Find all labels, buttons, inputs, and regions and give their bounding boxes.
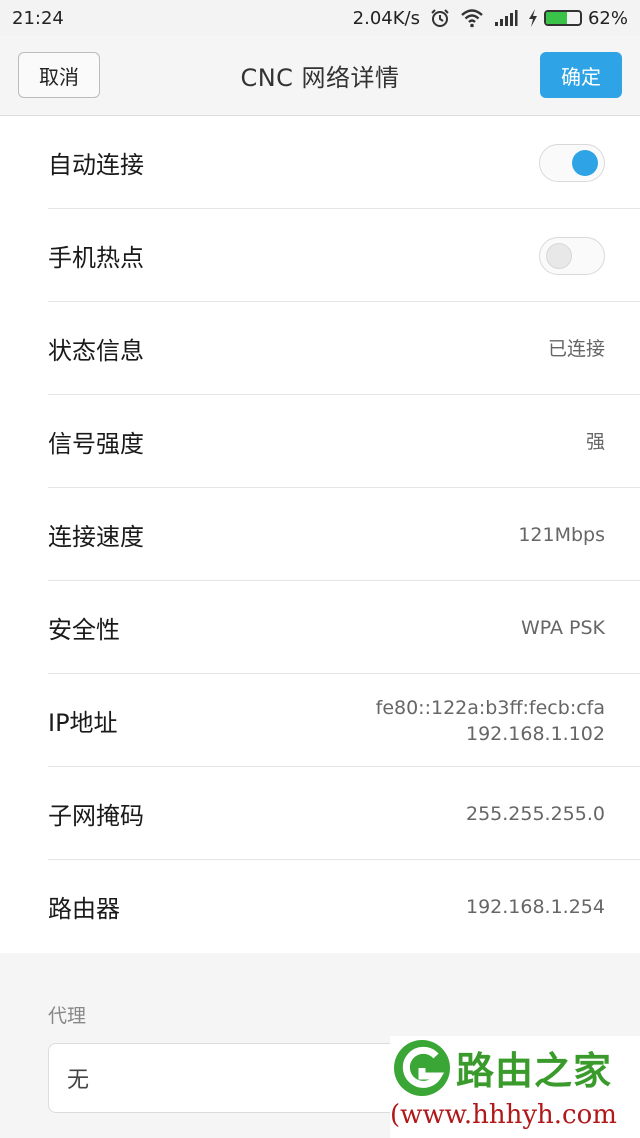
alarm-icon: [430, 8, 450, 28]
battery-fill: [545, 12, 568, 24]
security-row: 安全性 WPA PSK: [0, 581, 640, 674]
auto-connect-toggle[interactable]: [539, 143, 605, 182]
signal-icon: [494, 9, 518, 27]
battery-percent: 62%: [587, 7, 628, 29]
auto-connect-label: 自动连接: [48, 151, 144, 179]
ip-address-values: fe80::122a:b3ff:fecb:cfa 192.168.1.102: [376, 695, 605, 747]
status-bar-right: 2.04K/s 62%: [353, 8, 628, 29]
proxy-label: 代理: [48, 1005, 87, 1027]
link-speed-row: 连接速度 121Mbps: [0, 488, 640, 581]
watermark-url: (www.hhhyh.com: [390, 1100, 617, 1130]
router-row: 路由器 192.168.1.254: [0, 860, 640, 953]
hotspot-toggle[interactable]: [539, 236, 605, 275]
signal-strength-row: 信号强度 强: [0, 395, 640, 488]
link-speed-label: 连接速度: [48, 523, 144, 551]
auto-connect-row[interactable]: 自动连接: [0, 116, 640, 209]
watermark-title: 路由之家: [456, 1049, 613, 1093]
charging-icon: [528, 9, 538, 27]
status-label: 状态信息: [48, 337, 144, 365]
router-label: 路由器: [48, 895, 120, 923]
hotspot-label: 手机热点: [48, 244, 144, 272]
toggle-knob: [546, 242, 572, 269]
battery-indicator: 62%: [528, 8, 628, 29]
status-bar: 21:24 2.04K/s 62%: [0, 0, 640, 36]
status-value: 已连接: [547, 337, 605, 360]
security-value: WPA PSK: [520, 616, 605, 639]
net-speed: 2.04K/s: [352, 7, 420, 29]
status-row: 状态信息 已连接: [0, 302, 640, 395]
ip-address-row: IP地址 fe80::122a:b3ff:fecb:cfa 192.168.1.…: [0, 674, 640, 767]
confirm-button[interactable]: 确定: [540, 52, 622, 98]
header: 取消 CNC 网络详情 确定: [0, 36, 640, 116]
subnet-mask-label: 子网掩码: [48, 802, 144, 830]
subnet-mask-value: 255.255.255.0: [465, 802, 605, 825]
security-label: 安全性: [48, 616, 120, 644]
signal-strength-value: 强: [585, 430, 605, 453]
wifi-icon: [460, 8, 484, 28]
ipv4-address: 192.168.1.102: [465, 722, 605, 745]
router-value: 192.168.1.254: [465, 895, 605, 918]
watermark-logo-icon: [394, 1040, 450, 1096]
watermark: 路由之家 (www.hhhyh.com: [390, 1036, 640, 1138]
status-time: 21:24: [12, 7, 64, 29]
toggle-knob: [572, 149, 598, 176]
network-details-list: 自动连接 手机热点 状态信息 已连接 信号强度 强 连接速度 121Mbps 安…: [0, 116, 640, 953]
ip-address-label: IP地址: [48, 709, 118, 737]
signal-strength-label: 信号强度: [48, 430, 144, 458]
hotspot-row[interactable]: 手机热点: [0, 209, 640, 302]
proxy-selected-value: 无: [67, 1068, 90, 1093]
subnet-mask-row: 子网掩码 255.255.255.0: [0, 767, 640, 860]
battery-icon: [543, 10, 582, 26]
link-speed-value: 121Mbps: [518, 523, 605, 546]
ipv6-address: fe80::122a:b3ff:fecb:cfa: [375, 696, 605, 719]
